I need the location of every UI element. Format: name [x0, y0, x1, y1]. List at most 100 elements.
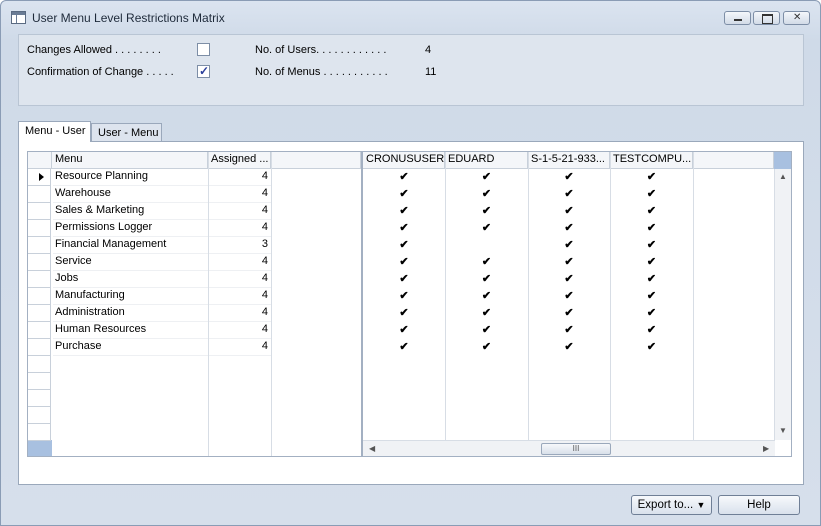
check-cell[interactable]: ✔ [528, 203, 610, 220]
check-cell[interactable]: ✔ [363, 271, 445, 288]
vertical-scrollbar[interactable]: ▲ ▼ [774, 152, 791, 440]
menu-cell[interactable]: Warehouse [53, 186, 208, 203]
column-header-user-1[interactable]: CRONUSUSER [363, 152, 445, 169]
close-button[interactable] [783, 11, 810, 25]
assigned-cell[interactable]: 4 [209, 169, 271, 186]
menu-cell[interactable]: Human Resources [53, 322, 208, 339]
menu-cell[interactable]: Service [53, 254, 208, 271]
help-button[interactable]: Help [718, 495, 800, 515]
check-cell[interactable]: ✔ [445, 169, 528, 186]
assigned-cell[interactable]: 4 [209, 322, 271, 339]
check-cell[interactable]: ✔ [445, 305, 528, 322]
row-selector[interactable] [28, 186, 51, 203]
row-selector[interactable] [28, 203, 51, 220]
confirmation-checkbox[interactable] [197, 64, 210, 78]
check-cell[interactable]: ✔ [445, 288, 528, 305]
tab-menu-user[interactable]: Menu - User [18, 121, 91, 142]
check-cell[interactable]: ✔ [445, 254, 528, 271]
check-cell[interactable]: ✔ [610, 203, 693, 220]
assigned-cell[interactable]: 4 [209, 339, 271, 356]
column-header-user-4[interactable]: TESTCOMPU... [610, 152, 693, 169]
menu-cell[interactable]: Resource Planning [53, 169, 208, 186]
check-cell[interactable]: ✔ [363, 254, 445, 271]
check-cell[interactable]: ✔ [610, 339, 693, 356]
row-selector[interactable] [28, 322, 51, 339]
check-cell[interactable]: ✔ [610, 305, 693, 322]
check-cell[interactable]: ✔ [528, 220, 610, 237]
row-selector[interactable] [28, 373, 51, 390]
check-cell[interactable]: ✔ [528, 288, 610, 305]
row-selector[interactable] [28, 356, 51, 373]
check-cell[interactable]: ✔ [610, 254, 693, 271]
check-cell[interactable]: ✔ [445, 271, 528, 288]
column-header-user-3[interactable]: S-1-5-21-933... [528, 152, 610, 169]
check-cell[interactable]: ✔ [445, 186, 528, 203]
horizontal-scrollbar[interactable]: ◀ III ▶ [363, 440, 775, 456]
check-cell[interactable]: ✔ [363, 220, 445, 237]
check-cell[interactable]: ✔ [363, 237, 445, 254]
scroll-thumb[interactable]: III [541, 443, 611, 455]
menu-cell[interactable]: Permissions Logger [53, 220, 208, 237]
check-cell[interactable]: ✔ [363, 186, 445, 203]
check-cell[interactable] [445, 237, 528, 254]
row-selector[interactable] [28, 390, 51, 407]
changes-allowed-checkbox[interactable] [197, 43, 210, 56]
assigned-cell[interactable]: 4 [209, 220, 271, 237]
scroll-right-icon[interactable]: ▶ [763, 444, 769, 453]
menu-cell[interactable]: Manufacturing [53, 288, 208, 305]
check-cell[interactable]: ✔ [363, 305, 445, 322]
column-header-menu[interactable]: Menu [52, 152, 208, 169]
column-header-user-2[interactable]: EDUARD [445, 152, 528, 169]
check-cell[interactable]: ✔ [528, 237, 610, 254]
check-cell[interactable]: ✔ [445, 339, 528, 356]
check-cell[interactable]: ✔ [528, 322, 610, 339]
check-cell[interactable]: ✔ [528, 271, 610, 288]
assigned-cell[interactable]: 3 [209, 237, 271, 254]
menu-cell[interactable]: Sales & Marketing [53, 203, 208, 220]
row-selector[interactable] [28, 271, 51, 288]
check-cell[interactable]: ✔ [528, 186, 610, 203]
check-cell[interactable]: ✔ [610, 271, 693, 288]
assigned-cell[interactable]: 4 [209, 186, 271, 203]
row-selector[interactable] [28, 305, 51, 322]
assigned-cell[interactable]: 4 [209, 288, 271, 305]
scroll-down-icon[interactable]: ▼ [779, 426, 787, 435]
menu-cell[interactable]: Financial Management [53, 237, 208, 254]
row-selector[interactable] [28, 339, 51, 356]
row-selector[interactable] [28, 220, 51, 237]
row-selector[interactable] [28, 288, 51, 305]
assigned-cell[interactable]: 4 [209, 271, 271, 288]
check-cell[interactable]: ✔ [363, 288, 445, 305]
menu-cell[interactable]: Purchase [53, 339, 208, 356]
tab-user-menu[interactable]: User - Menu [91, 123, 162, 142]
check-cell[interactable]: ✔ [610, 237, 693, 254]
row-selector[interactable] [28, 237, 51, 254]
row-selector[interactable] [28, 169, 51, 186]
check-cell[interactable]: ✔ [610, 186, 693, 203]
row-selector[interactable] [28, 407, 51, 424]
check-cell[interactable]: ✔ [445, 203, 528, 220]
assigned-cell[interactable]: 4 [209, 203, 271, 220]
scroll-left-icon[interactable]: ◀ [369, 444, 375, 453]
check-cell[interactable]: ✔ [363, 203, 445, 220]
check-cell[interactable]: ✔ [528, 169, 610, 186]
title-bar[interactable]: User Menu Level Restrictions Matrix [1, 1, 820, 31]
check-cell[interactable]: ✔ [363, 169, 445, 186]
check-cell[interactable]: ✔ [610, 288, 693, 305]
check-cell[interactable]: ✔ [363, 339, 445, 356]
check-cell[interactable]: ✔ [610, 322, 693, 339]
row-selector[interactable] [28, 254, 51, 271]
assigned-cell[interactable]: 4 [209, 254, 271, 271]
maximize-button[interactable] [753, 11, 780, 25]
minimize-button[interactable] [724, 11, 751, 25]
check-cell[interactable]: ✔ [445, 220, 528, 237]
column-header-assigned[interactable]: Assigned ... [208, 152, 271, 169]
check-cell[interactable]: ✔ [528, 339, 610, 356]
matrix-grid[interactable]: Menu Assigned ... CRONUSUSER EDUARD S-1-… [27, 151, 792, 457]
row-selector[interactable] [28, 424, 51, 441]
check-cell[interactable]: ✔ [610, 220, 693, 237]
check-cell[interactable]: ✔ [528, 254, 610, 271]
menu-cell[interactable]: Administration [53, 305, 208, 322]
check-cell[interactable]: ✔ [363, 322, 445, 339]
check-cell[interactable]: ✔ [528, 305, 610, 322]
